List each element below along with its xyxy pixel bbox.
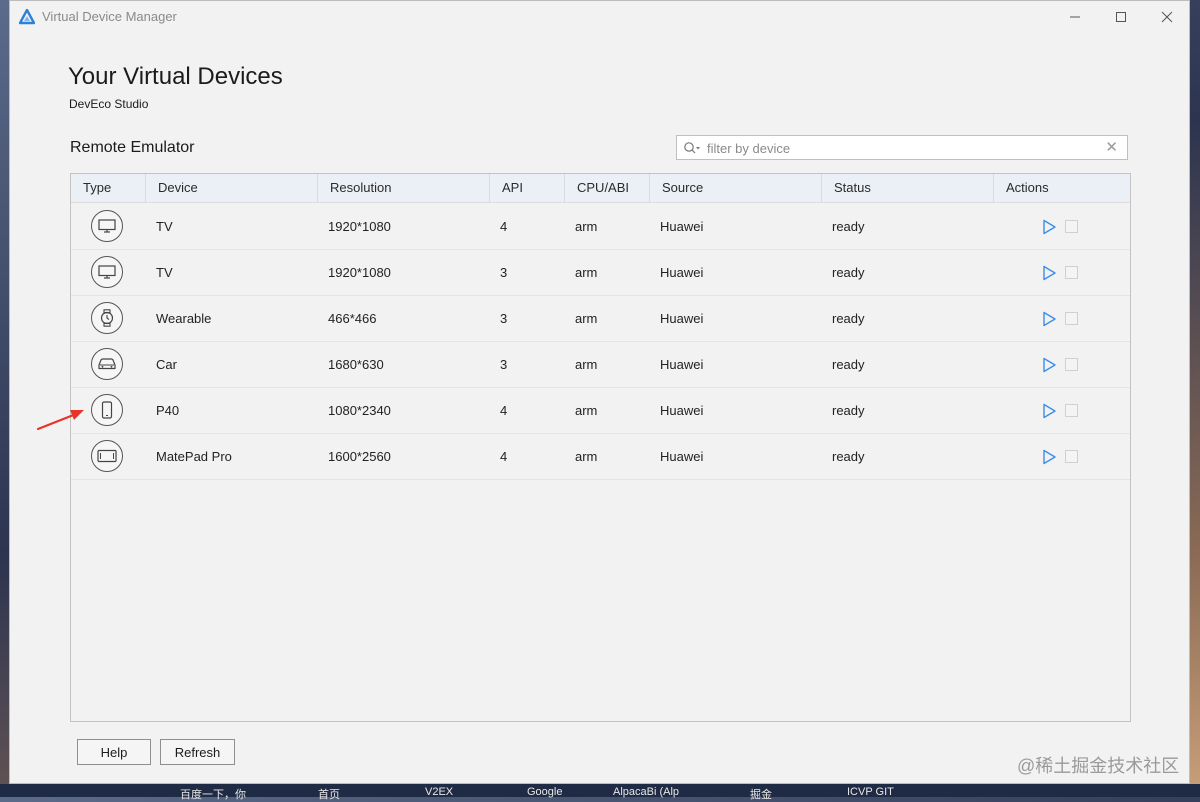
device-name: Wearable: [156, 311, 212, 326]
api: 3: [500, 357, 508, 372]
maximize-icon: [1116, 11, 1126, 22]
play-icon[interactable]: [1042, 403, 1056, 419]
source: Huawei: [660, 311, 704, 326]
stop-icon[interactable]: [1065, 266, 1078, 279]
taskbar-item[interactable]: 掘金: [750, 786, 772, 802]
status: ready: [832, 357, 865, 372]
status: ready: [832, 219, 865, 234]
deveco-logo-icon: [19, 9, 35, 25]
clear-icon[interactable]: ✕: [1105, 139, 1118, 156]
title-bar[interactable]: Virtual Device Manager: [10, 1, 1189, 33]
section-title: Remote Emulator: [70, 139, 195, 156]
stop-icon[interactable]: [1065, 358, 1078, 371]
api: 3: [500, 265, 508, 280]
resolution: 1920*1080: [328, 265, 391, 280]
cpu-abi: arm: [575, 265, 598, 280]
device-name: TV: [156, 219, 173, 234]
phone-icon: [91, 394, 123, 426]
device-name: Car: [156, 357, 177, 372]
virtual-device-manager-window: Virtual Device Manager Your Virtual Devi…: [9, 0, 1190, 784]
search-icon[interactable]: [683, 141, 701, 155]
source: Huawei: [660, 403, 704, 418]
cpu-abi: arm: [575, 449, 598, 464]
tv-icon: [91, 256, 123, 288]
page-subtitle: DevEco Studio: [69, 97, 149, 111]
taskbar-item[interactable]: ICVP GIT: [847, 786, 894, 798]
play-icon[interactable]: [1042, 449, 1056, 465]
taskbar-item[interactable]: V2EX: [425, 786, 453, 798]
source: Huawei: [660, 449, 704, 464]
tablet-icon: [91, 440, 123, 472]
taskbar-item[interactable]: AlpacaBi (Alp: [613, 786, 679, 798]
status: ready: [832, 449, 865, 464]
api: 4: [500, 403, 508, 418]
play-icon[interactable]: [1042, 265, 1056, 281]
tv-icon: [91, 210, 123, 242]
maximize-button[interactable]: [1098, 1, 1144, 32]
column-header-type[interactable]: Type: [71, 174, 146, 202]
status: ready: [832, 311, 865, 326]
play-icon[interactable]: [1042, 357, 1056, 373]
red-annotation-arrow-icon: [36, 410, 84, 431]
close-icon: [1161, 11, 1173, 22]
watermark: @稀土掘金技术社区: [1017, 756, 1180, 776]
api: 3: [500, 311, 508, 326]
status: ready: [832, 403, 865, 418]
window-title: Virtual Device Manager: [42, 9, 177, 24]
stop-icon[interactable]: [1065, 220, 1078, 233]
table-row[interactable]: Car 1680*630 3 arm Huawei ready: [71, 342, 1130, 388]
table-row[interactable]: Wearable 466*466 3 arm Huawei ready: [71, 296, 1130, 342]
cpu-abi: arm: [575, 357, 598, 372]
column-header-device[interactable]: Device: [146, 174, 318, 202]
table-row[interactable]: TV 1920*1080 3 arm Huawei ready: [71, 250, 1130, 296]
table-row[interactable]: P40 1080*2340 4 arm Huawei ready: [71, 388, 1130, 434]
stop-icon[interactable]: [1065, 404, 1078, 417]
minimize-button[interactable]: [1052, 1, 1098, 32]
column-header-source[interactable]: Source: [650, 174, 822, 202]
car-icon: [91, 348, 123, 380]
taskbar-item[interactable]: 首页: [318, 786, 340, 802]
taskbar-item[interactable]: Google: [527, 786, 562, 798]
stop-icon[interactable]: [1065, 312, 1078, 325]
column-header-cpu-abi[interactable]: CPU/ABI: [565, 174, 650, 202]
table-row[interactable]: MatePad Pro 1600*2560 4 arm Huawei ready: [71, 434, 1130, 480]
table-header: Type Device Resolution API CPU/ABI Sourc…: [71, 174, 1130, 203]
resolution: 1680*630: [328, 357, 384, 372]
column-header-resolution[interactable]: Resolution: [318, 174, 490, 202]
cpu-abi: arm: [575, 219, 598, 234]
status: ready: [832, 265, 865, 280]
watch-icon: [91, 302, 123, 334]
device-name: MatePad Pro: [156, 449, 232, 464]
resolution: 1920*1080: [328, 219, 391, 234]
resolution: 1080*2340: [328, 403, 391, 418]
cpu-abi: arm: [575, 311, 598, 326]
page-title: Your Virtual Devices: [68, 63, 283, 90]
source: Huawei: [660, 357, 704, 372]
api: 4: [500, 449, 508, 464]
stop-icon[interactable]: [1065, 450, 1078, 463]
column-header-actions[interactable]: Actions: [994, 174, 1130, 202]
device-name: TV: [156, 265, 173, 280]
api: 4: [500, 219, 508, 234]
device-name: P40: [156, 403, 180, 418]
device-table: Type Device Resolution API CPU/ABI Sourc…: [70, 173, 1131, 722]
column-header-status[interactable]: Status: [822, 174, 994, 202]
source: Huawei: [660, 219, 704, 234]
refresh-button[interactable]: Refresh: [160, 739, 235, 765]
column-header-api[interactable]: API: [490, 174, 565, 202]
play-icon[interactable]: [1042, 311, 1056, 327]
taskbar-item[interactable]: 百度一下，你: [180, 786, 246, 802]
resolution: 1600*2560: [328, 449, 391, 464]
minimize-icon: [1070, 16, 1080, 17]
cpu-abi: arm: [575, 403, 598, 418]
help-button[interactable]: Help: [77, 739, 151, 765]
resolution: 466*466: [328, 311, 377, 326]
play-icon[interactable]: [1042, 219, 1056, 235]
filter-input[interactable]: [705, 138, 1099, 159]
filter-box[interactable]: ✕: [676, 135, 1128, 160]
close-button[interactable]: [1144, 1, 1190, 32]
source: Huawei: [660, 265, 704, 280]
table-row[interactable]: TV 1920*1080 4 arm Huawei ready: [71, 204, 1130, 250]
